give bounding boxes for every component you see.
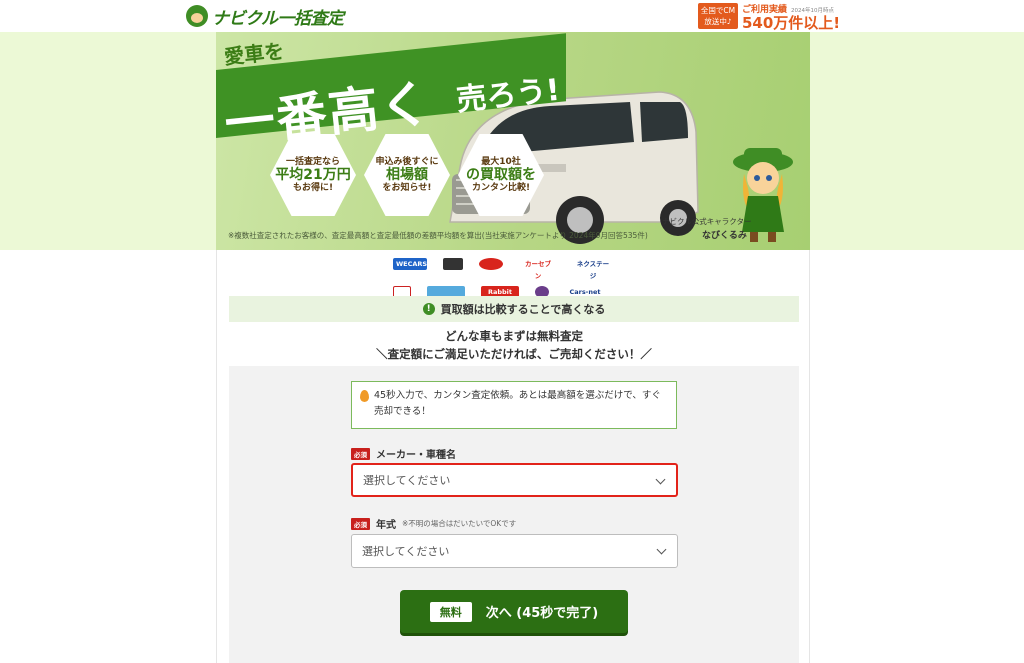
site-header: ナビクル一括査定 全国でCM放送中♪ ご利用実績 2024年10月時点 540万… [0, 0, 1024, 32]
results-badge: ご利用実績 2024年10月時点 540万件以上! [742, 2, 842, 32]
hero-disclaimer: ※複数社査定されたお客様の、査定最高額と査定最低額の差額平均額を算出(当社実施ア… [228, 231, 648, 240]
exclamation-icon: ! [422, 303, 435, 315]
cm-badge: 全国でCM放送中♪ [698, 3, 738, 29]
partner-logo: ネクステージ [576, 260, 610, 280]
required-badge: 必須 [351, 517, 370, 530]
results-note: 2024年10月時点 [791, 8, 835, 14]
partner-logo: カーセブン [525, 260, 551, 280]
partner-logo: WECARS [393, 258, 427, 270]
next-button[interactable]: 無料 次へ (45秒で完了) [400, 590, 628, 633]
notice-banner: ! 買取額は比較することで高くなる [229, 296, 799, 322]
partner-logo [443, 258, 463, 270]
form-card: WECARS カーセブン ネクステージ Rabbit Cars-net ! 買取… [216, 250, 810, 663]
tip-box: 45秒入力で、カンタン査定依頼。あとは最高額を選ぶだけで、すぐ売却できる！ [351, 381, 677, 429]
year-note: ※不明の場合はだいたいでOKです [402, 519, 517, 528]
feature-hex-average: 一括査定なら 平均21万円 もお得に! [270, 134, 356, 216]
site-logo[interactable]: ナビクル一括査定 [186, 5, 344, 29]
maker-model-select[interactable]: 選択してください [351, 463, 678, 497]
chevron-down-icon [656, 544, 667, 555]
partner-logo [479, 258, 503, 270]
feature-hex-market-price: 申込み後すぐに 相場額 をお知らせ! [364, 134, 450, 216]
results-value: 540万件以上! [742, 14, 841, 32]
tip-text: 45秒入力で、カンタン査定依頼。あとは最高額を選ぶだけで、すぐ売却できる！ [374, 390, 661, 417]
year-select[interactable]: 選択してください [351, 534, 678, 568]
assessment-form: 45秒入力で、カンタン査定依頼。あとは最高額を選ぶだけで、すぐ売却できる！ 必須… [229, 366, 799, 663]
feature-hex-compare: 最大10社 の買取額を カンタン比較! [458, 134, 544, 216]
next-button-label: 次へ (45秒で完了) [485, 606, 599, 621]
lightbulb-icon [360, 390, 369, 402]
partner-logos: WECARS カーセブン ネクステージ Rabbit Cars-net [393, 258, 643, 298]
maker-field-label: 必須 メーカー・車種名 [351, 446, 456, 461]
character-name: なびくるみ [702, 231, 747, 241]
free-tag: 無料 [429, 601, 472, 622]
required-badge: 必須 [351, 447, 370, 460]
year-field-label: 必須 年式 ※不明の場合はだいたいでOKです [351, 516, 516, 531]
chevron-down-icon [655, 474, 666, 485]
lead-subtext: ＼査定額にご満足いただければ、ご売却ください！／ [376, 347, 652, 361]
lead-text: どんな車もまずは無料査定 [445, 329, 583, 343]
mascot-logo-icon [186, 5, 208, 27]
character-caption: ナビクル公式キャラクター [662, 217, 752, 226]
logo-text: ナビクル一括査定 [212, 8, 344, 29]
hero-banner: 愛車を 一番高く 売ろう! 一括査定なら 平均21万円 もお得に! 申込み後すぐに相… [216, 32, 810, 250]
feature-hexes: 一括査定なら 平均21万円 もお得に! 申込み後すぐに 相場額 をお知らせ! 最大10社… [270, 134, 544, 216]
notice-text: 買取額は比較することで高くなる [440, 303, 606, 316]
